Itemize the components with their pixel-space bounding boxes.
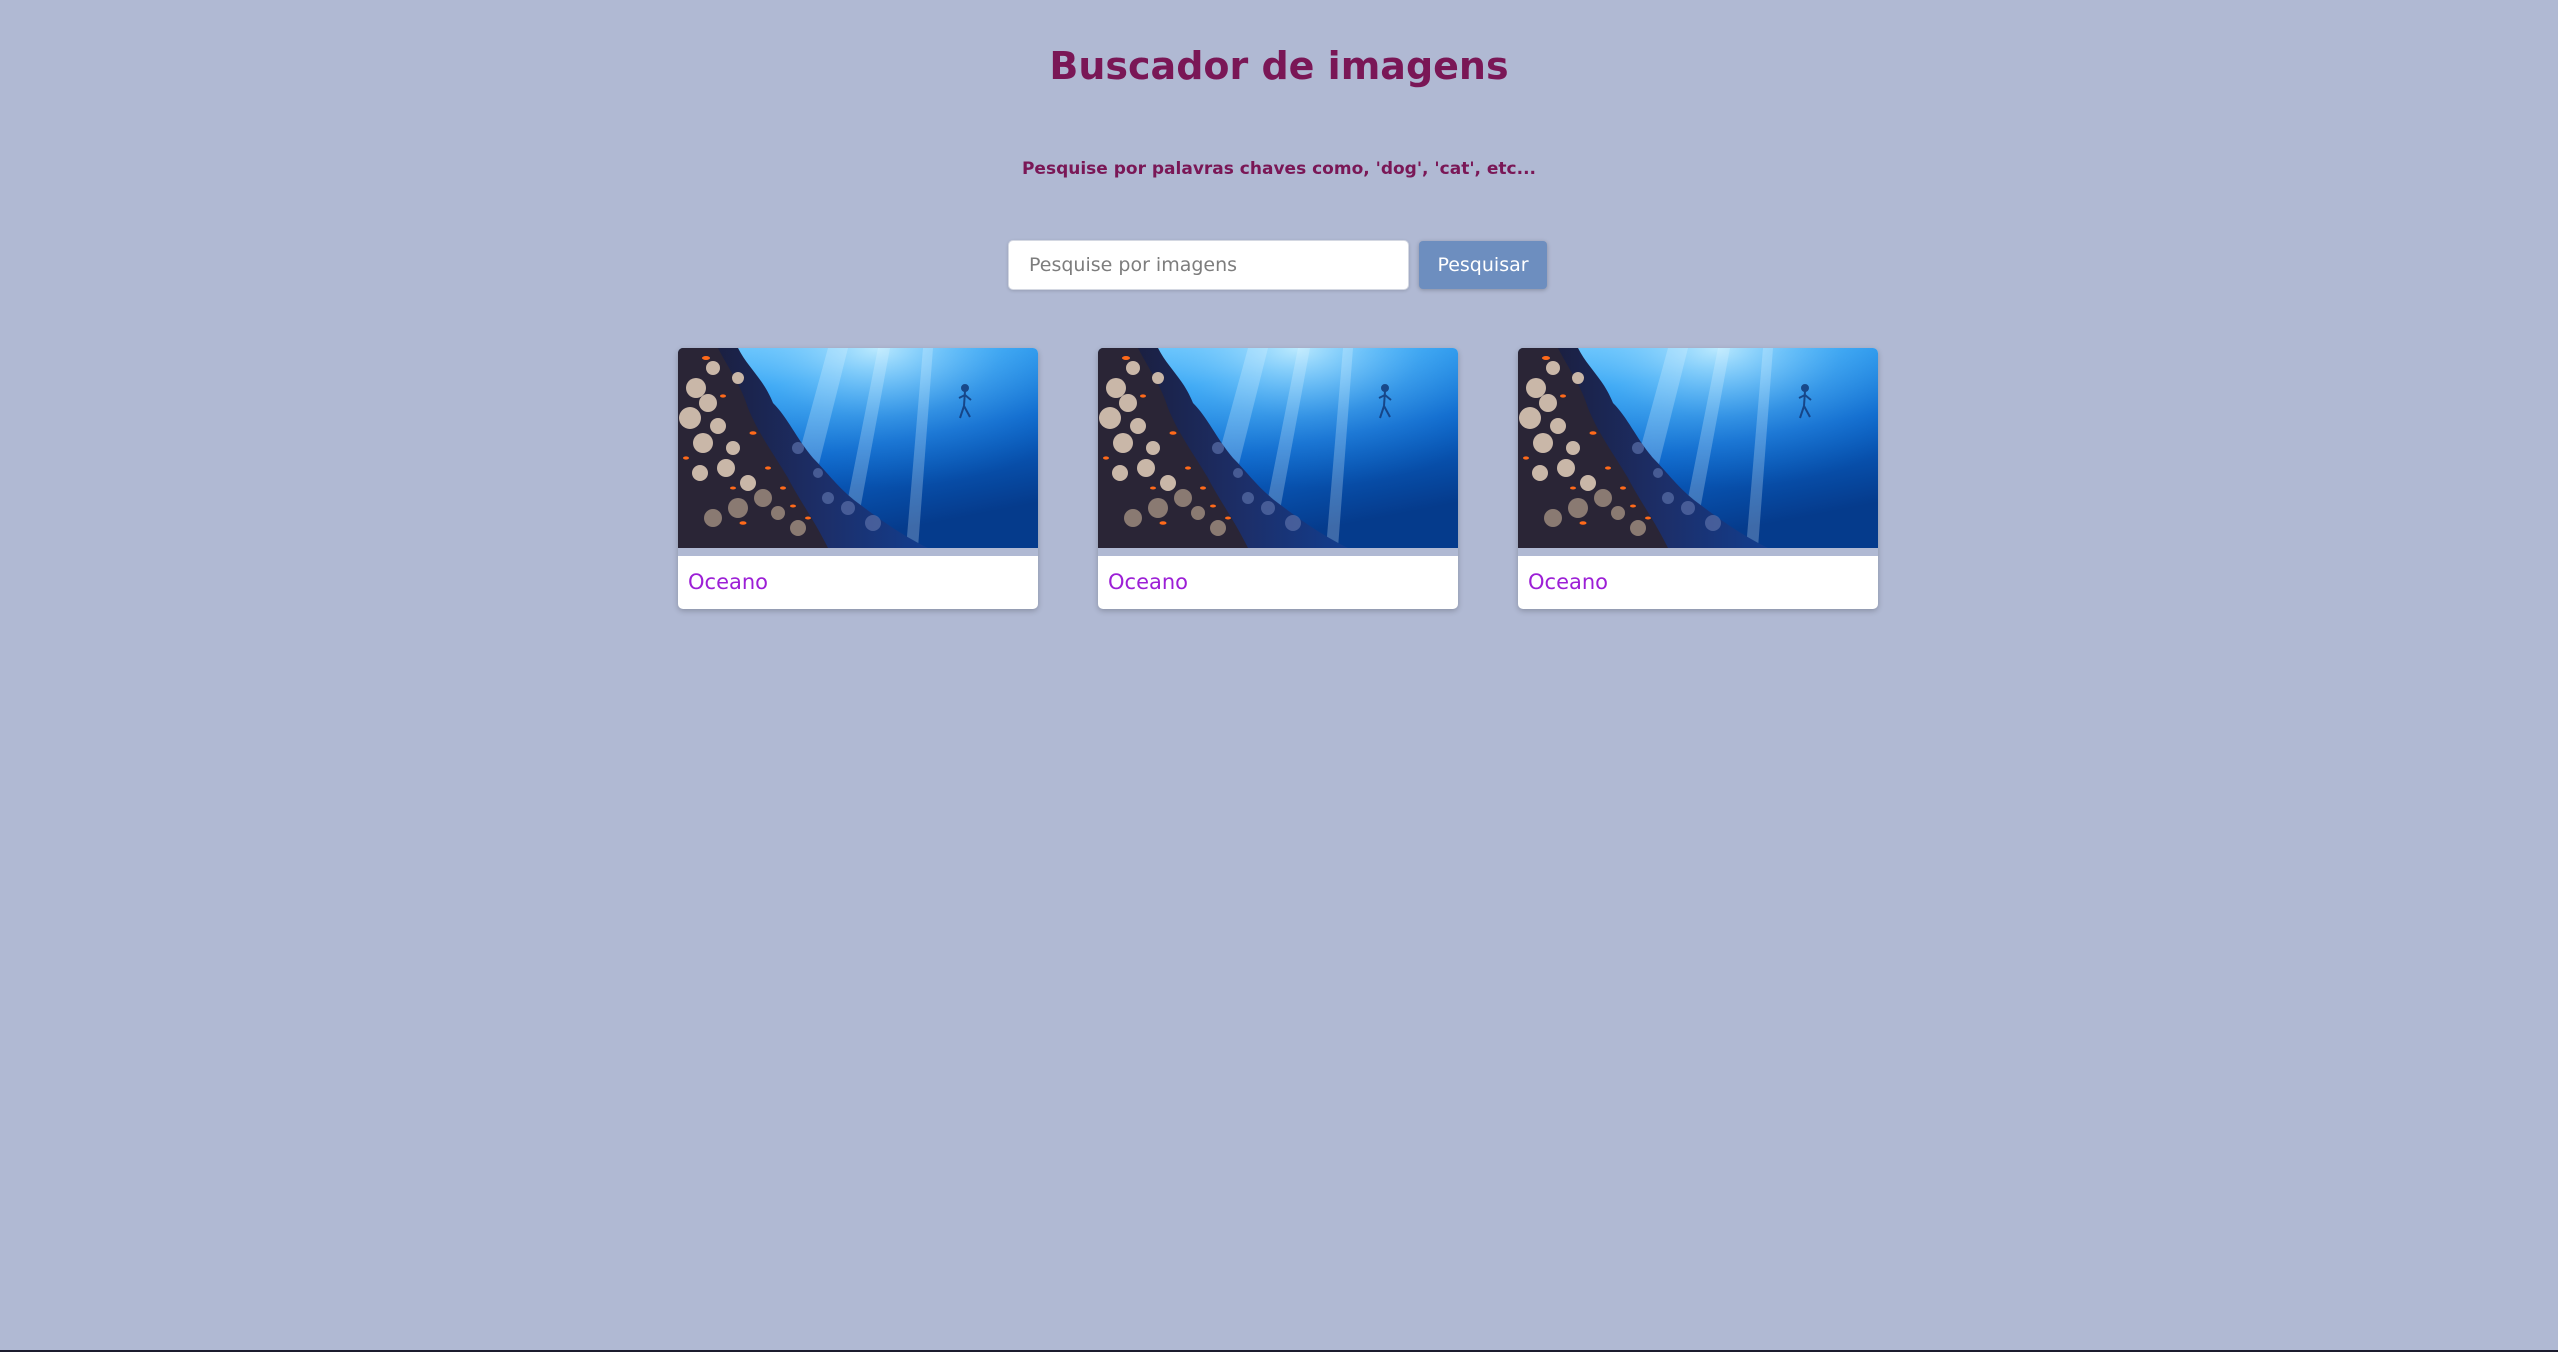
result-card[interactable]: Oceano [1518, 348, 1878, 609]
page-title: Buscador de imagens [1049, 44, 1509, 88]
results-grid: Oceano Oceano Oceano [678, 348, 1878, 609]
result-link[interactable]: Oceano [678, 556, 1038, 597]
result-link[interactable]: Oceano [1098, 556, 1458, 597]
result-image[interactable] [1518, 348, 1878, 556]
result-image[interactable] [678, 348, 1038, 556]
result-link[interactable]: Oceano [1518, 556, 1878, 597]
search-button[interactable]: Pesquisar [1419, 241, 1547, 289]
search-form: Pesquisar [1008, 240, 1547, 290]
result-card[interactable]: Oceano [1098, 348, 1458, 609]
result-card[interactable]: Oceano [678, 348, 1038, 609]
page-subtitle: Pesquise por palavras chaves como, 'dog'… [1021, 159, 1537, 179]
result-image[interactable] [1098, 348, 1458, 556]
search-input[interactable] [1008, 240, 1409, 290]
